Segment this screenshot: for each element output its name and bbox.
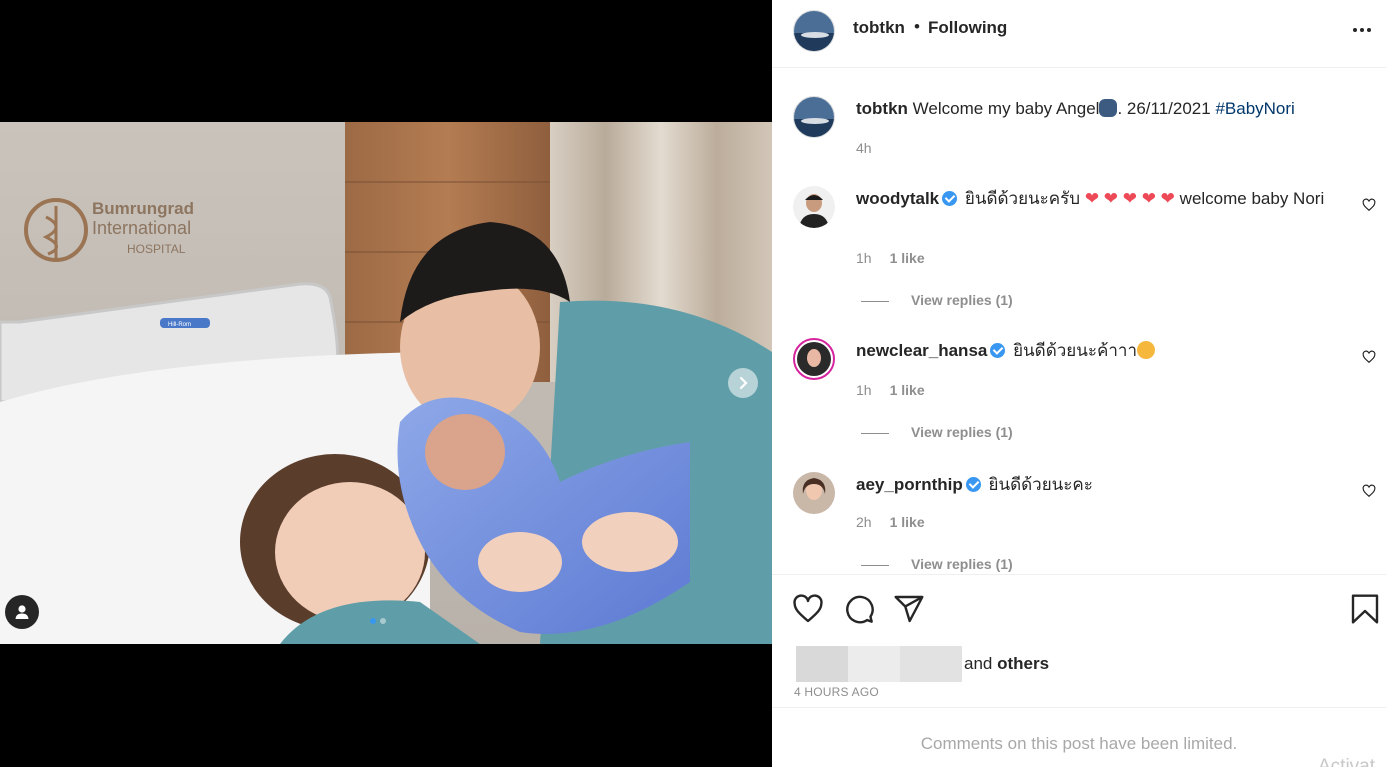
liker-avatar-placeholder — [900, 646, 962, 682]
caption-username[interactable]: tobtkn — [856, 99, 908, 118]
heart-eyes-emoji-icon — [1137, 341, 1156, 359]
svg-text:International: International — [92, 218, 191, 238]
comment-meta: 2h 1 like — [856, 514, 925, 530]
post-actions-bar — [772, 574, 1386, 644]
comment-text: aey_pornthip ยินดีด้วยนะคะ — [856, 474, 1331, 496]
hearts-emoji-icon: ❤ ❤ ❤ ❤ ❤ — [1084, 189, 1175, 208]
comment-likes[interactable]: 1 like — [890, 514, 925, 530]
caption-date: . 26/11/2021 — [1117, 99, 1216, 118]
post-side-panel: tobtkn • Following tobtkn Welcome my bab… — [772, 0, 1386, 767]
caption-message: Welcome my baby Angel — [912, 99, 1100, 118]
comment-time: 2h — [856, 514, 872, 530]
comments-list[interactable]: tobtkn Welcome my baby Angel . 26/11/2021… — [772, 68, 1386, 574]
comment-time: 1h — [856, 250, 872, 266]
caption-time: 4h — [856, 140, 872, 156]
police-emoji-icon — [1099, 99, 1118, 117]
liker-avatar-placeholder — [848, 646, 900, 682]
comment-meta: 1h 1 like — [856, 250, 925, 266]
comment-message: ยินดีด้วยนะคะ — [988, 475, 1093, 494]
svg-text:Bumrungrad: Bumrungrad — [92, 199, 194, 218]
user-tag-button[interactable] — [5, 595, 39, 629]
post-header: tobtkn • Following — [772, 0, 1386, 68]
next-photo-button[interactable] — [728, 368, 758, 398]
comment-icon[interactable] — [843, 593, 875, 625]
post-media: Bumrungrad International HOSPITAL Hill-R… — [0, 0, 772, 767]
author-username[interactable]: tobtkn — [853, 18, 905, 38]
caption-hashtag-link[interactable]: #BabyNori — [1215, 99, 1294, 118]
view-replies-button[interactable]: View replies (1) — [861, 292, 1013, 308]
heart-icon[interactable] — [1362, 484, 1376, 498]
likes-text: and others — [964, 654, 1050, 673]
view-replies-button[interactable]: View replies (1) — [861, 424, 1013, 440]
verified-icon — [942, 191, 958, 206]
view-replies-button[interactable]: View replies (1) — [861, 556, 1013, 572]
author-avatar[interactable] — [793, 10, 835, 52]
heart-icon[interactable] — [792, 593, 824, 625]
carousel-indicator — [370, 618, 386, 624]
user-tag-icon — [15, 605, 29, 619]
liker-avatar-placeholder — [796, 646, 848, 682]
svg-text:HOSPITAL: HOSPITAL — [127, 242, 186, 256]
comment-meta: 1h 1 like — [856, 382, 925, 398]
comment-likes[interactable]: 1 like — [890, 250, 925, 266]
comment-likes[interactable]: 1 like — [890, 382, 925, 398]
comment-text: newclear_hansa ยินดีด้วยนะค้าาา — [856, 340, 1331, 362]
comment-message: ยินดีด้วยนะครับ — [964, 189, 1081, 208]
commenter-avatar[interactable] — [793, 338, 835, 380]
comment-time: 1h — [856, 382, 872, 398]
carousel-dot-1 — [370, 618, 376, 624]
follow-status-button[interactable]: Following — [928, 18, 1007, 38]
bookmark-icon[interactable] — [1350, 593, 1380, 625]
more-options-button[interactable] — [1350, 18, 1374, 42]
os-activation-watermark: Activat — [1318, 756, 1376, 767]
more-icon — [1353, 28, 1357, 32]
caption-author-avatar[interactable] — [793, 96, 835, 138]
svg-text:Hill-Rom: Hill-Rom — [168, 322, 191, 328]
caption-text: tobtkn Welcome my baby Angel . 26/11/2021… — [856, 98, 1331, 120]
share-icon[interactable] — [893, 593, 925, 625]
comments-limited-notice: Comments on this post have been limited. — [772, 707, 1386, 767]
heart-icon[interactable] — [1362, 350, 1376, 364]
comment-message-tail: welcome baby Nori — [1174, 189, 1325, 208]
post-photo[interactable]: Bumrungrad International HOSPITAL Hill-R… — [0, 122, 772, 644]
heart-icon[interactable] — [1362, 198, 1376, 212]
post-timestamp: 4 HOURS AGO — [794, 685, 879, 699]
comment-text: woodytalk ยินดีด้วยนะครับ ❤ ❤ ❤ ❤ ❤ welc… — [856, 188, 1331, 210]
photo-illustration: Bumrungrad International HOSPITAL Hill-R… — [0, 122, 772, 644]
likes-summary[interactable]: and others — [796, 646, 1049, 682]
commenter-avatar[interactable] — [793, 472, 835, 514]
comment-username[interactable]: aey_pornthip — [856, 475, 963, 494]
chevron-right-icon — [739, 376, 748, 390]
verified-icon — [990, 343, 1006, 358]
carousel-dot-2 — [380, 618, 386, 624]
commenter-avatar[interactable] — [793, 186, 835, 228]
comment-message: ยินดีด้วยนะค้าาา — [1013, 341, 1138, 360]
comment-username[interactable]: newclear_hansa — [856, 341, 987, 360]
comment-username[interactable]: woodytalk — [856, 189, 939, 208]
header-separator: • — [914, 17, 920, 36]
verified-icon — [965, 477, 981, 492]
